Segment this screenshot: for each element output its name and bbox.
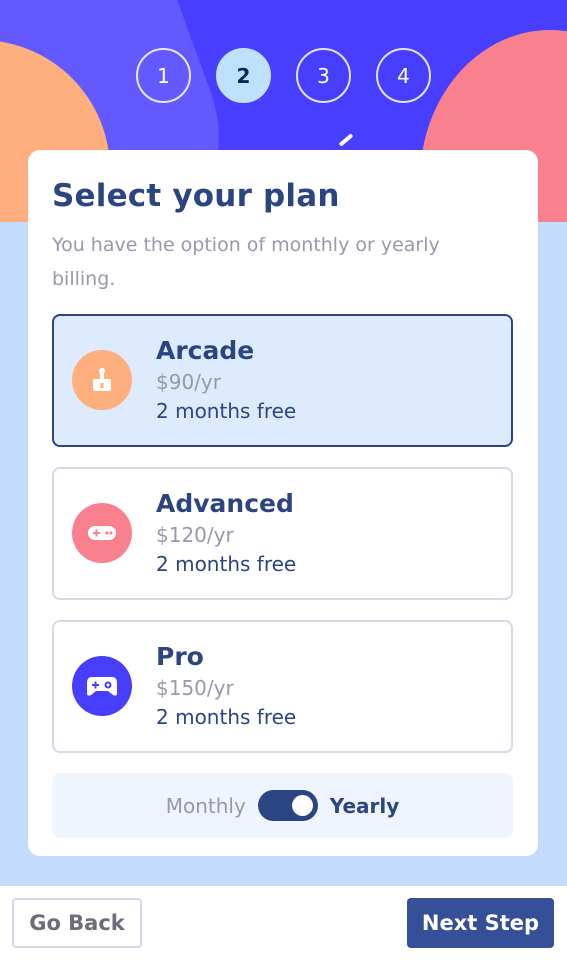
plan-option-advanced[interactable]: Advanced $120/yr 2 months free xyxy=(52,467,513,600)
joystick-icon xyxy=(72,350,132,410)
form-card: Select your plan You have the option of … xyxy=(28,150,538,856)
step-4[interactable]: 4 xyxy=(376,48,431,103)
next-step-button[interactable]: Next Step xyxy=(407,898,554,948)
plan-promo: 2 months free xyxy=(156,552,297,576)
monthly-label[interactable]: Monthly xyxy=(166,794,246,818)
page-subtitle: You have the option of monthly or yearly… xyxy=(52,234,440,290)
yearly-label[interactable]: Yearly xyxy=(330,794,399,818)
plan-price: $90/yr xyxy=(156,370,221,394)
page-title: Select your plan xyxy=(52,178,340,214)
plan-name: Arcade xyxy=(156,336,255,365)
gamepad-icon xyxy=(72,503,132,563)
controller-icon xyxy=(72,656,132,716)
plan-price: $120/yr xyxy=(156,523,234,547)
toggle-knob xyxy=(291,795,313,816)
plan-price: $150/yr xyxy=(156,676,234,700)
plan-name: Pro xyxy=(156,642,204,671)
billing-toggle-switch[interactable] xyxy=(257,790,318,821)
go-back-button[interactable]: Go Back xyxy=(12,898,142,948)
billing-toggle-row: Monthly Yearly xyxy=(52,773,513,838)
plan-option-arcade[interactable]: Arcade $90/yr 2 months free xyxy=(52,314,513,447)
step-indicator: 1 2 3 4 xyxy=(0,48,567,103)
plan-list: Arcade $90/yr 2 months free Advanced $12… xyxy=(52,314,514,753)
step-1[interactable]: 1 xyxy=(136,48,191,103)
plan-promo: 2 months free xyxy=(156,705,297,729)
footer-bar: Go Back Next Step xyxy=(0,886,567,960)
plan-name: Advanced xyxy=(156,489,294,518)
step-2[interactable]: 2 xyxy=(216,48,271,103)
step-3[interactable]: 3 xyxy=(296,48,351,103)
plan-option-pro[interactable]: Pro $150/yr 2 months free xyxy=(52,620,513,753)
decorative-shape xyxy=(338,133,354,147)
plan-promo: 2 months free xyxy=(156,399,297,423)
